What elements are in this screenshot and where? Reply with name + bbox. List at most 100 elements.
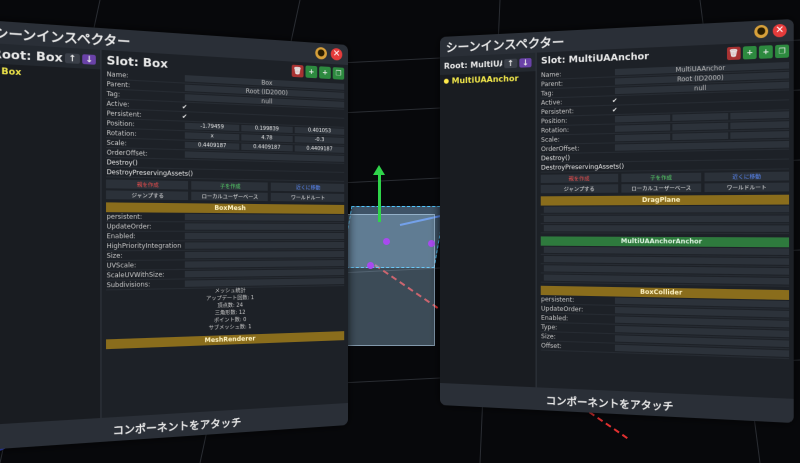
root-label: Root: Box [0, 45, 63, 65]
active-checkbox[interactable]: ✔ [182, 103, 187, 111]
pin-icon[interactable]: ● [754, 24, 769, 39]
gizmo-handle[interactable] [367, 262, 374, 269]
add-parent-icon[interactable]: + [742, 45, 757, 60]
root-down-icon[interactable]: ↓ [81, 53, 97, 65]
field-label: Position: [541, 116, 568, 125]
scale-x-field[interactable]: 0.4409187 [185, 141, 239, 150]
field-label: Scale: [106, 138, 127, 147]
hierarchy-pane: Root: MultiUAAnchor ↑ ↓ MultiUAAnchor [440, 52, 537, 388]
scale-z-field[interactable] [730, 131, 790, 139]
rotation-y-field[interactable]: 4.78 [240, 134, 293, 143]
field-value[interactable] [544, 215, 790, 223]
field-value[interactable] [185, 251, 345, 259]
field-label: UpdateOrder: [541, 304, 584, 314]
create-parent-button[interactable]: 親を作成 [106, 179, 188, 190]
destroy-preserving-label: DestroyPreservingAssets() [541, 162, 625, 172]
trash-icon[interactable]: 🗑 [726, 46, 741, 61]
local-user-base-button[interactable]: ローカルユーザーベース [191, 191, 269, 202]
component-row: Enabled: [106, 231, 345, 242]
field-value[interactable] [185, 213, 345, 221]
persistent-checkbox[interactable]: ✔ [612, 106, 617, 113]
component-row: UpdateOrder: [106, 221, 345, 232]
y-axis-gizmo[interactable] [378, 172, 381, 222]
add-child-icon[interactable]: + [758, 45, 773, 59]
jump-button[interactable]: ジャンプする [106, 190, 188, 201]
field-value[interactable] [185, 223, 345, 230]
position-z-field[interactable] [730, 111, 790, 120]
scale-z-field[interactable]: 0.4409187 [294, 145, 345, 153]
world-root-button[interactable]: ワールドルート [704, 182, 790, 193]
root-up-icon[interactable]: ↑ [65, 52, 80, 64]
root-up-icon[interactable]: ↑ [504, 58, 517, 68]
field-label: Enabled: [541, 314, 569, 322]
root-down-icon[interactable]: ↓ [518, 57, 532, 68]
gizmo-handle[interactable] [383, 238, 390, 245]
close-icon[interactable]: ✕ [772, 23, 787, 38]
component-row [541, 273, 790, 287]
mesh-stats: メッシュ統計 アップデート回数: 1 頂点数: 24 三角形数: 12 ポイント… [107, 286, 345, 336]
position-x-field[interactable]: -1.79459 [185, 122, 239, 132]
position-x-field[interactable] [615, 114, 671, 123]
slot-pane: Slot: Box 🗑 + + ❐ Name: Box Parent: Root (… [102, 50, 348, 418]
field-value[interactable] [185, 269, 345, 278]
scene-inspector-right: シーンインスペクター ● ✕ Root: MultiUAAnchor ↑ ↓ M… [440, 18, 794, 424]
duplicate-icon[interactable]: ❐ [332, 67, 345, 80]
field-label: Offset: [541, 341, 562, 350]
field-value[interactable] [544, 246, 790, 255]
rotation-x-field[interactable] [615, 124, 671, 132]
field-value[interactable] [544, 205, 790, 213]
position-z-field[interactable]: 0.401053 [294, 126, 345, 135]
local-user-base-button[interactable]: ローカルユーザーベース [621, 183, 702, 193]
duplicate-icon[interactable]: ❐ [775, 44, 790, 59]
pin-icon[interactable]: ● [315, 46, 327, 60]
close-icon[interactable]: ✕ [330, 47, 343, 61]
position-y-field[interactable] [672, 113, 729, 121]
field-label: UVScale: [106, 261, 137, 270]
rotation-z-field[interactable]: -0.3 [294, 136, 345, 144]
add-child-icon[interactable]: + [319, 66, 331, 80]
create-parent-button[interactable]: 親を作成 [541, 173, 619, 183]
scale-x-field[interactable] [615, 133, 671, 142]
move-near-button[interactable]: 近くに移動 [271, 182, 345, 192]
persistent-checkbox[interactable]: ✔ [182, 113, 187, 121]
active-checkbox[interactable]: ✔ [612, 97, 617, 105]
slot-pane: Slot: MultiUAAnchor 🗑 + + ❐ Name: MultiUA… [537, 41, 794, 399]
trash-icon[interactable]: 🗑 [291, 64, 304, 78]
box-object[interactable] [343, 214, 435, 346]
jump-button[interactable]: ジャンプする [541, 184, 619, 194]
tree-item-multiuaanchor[interactable]: MultiUAAnchor [440, 71, 536, 88]
field-label: Enabled: [106, 232, 136, 240]
destroy-preserving-label: DestroyPreservingAssets() [106, 168, 193, 178]
gizmo-handle[interactable] [428, 240, 435, 247]
component-row [541, 224, 790, 235]
field-value[interactable] [544, 225, 790, 232]
tree-item-label: MultiUAAnchor [451, 73, 519, 86]
root-label: Root: MultiUAAnchor [443, 58, 503, 71]
create-child-button[interactable]: 子を作成 [621, 172, 702, 183]
scale-y-field[interactable] [672, 132, 729, 141]
field-label: Type: [541, 323, 558, 331]
add-parent-icon[interactable]: + [305, 65, 318, 79]
field-label: persistent: [541, 295, 575, 304]
field-label: Size: [541, 332, 556, 341]
scale-y-field[interactable]: 0.4409187 [240, 143, 293, 152]
rotation-z-field[interactable] [730, 121, 790, 130]
rotation-x-field[interactable]: x [185, 132, 239, 141]
field-label: Persistent: [541, 107, 574, 116]
create-child-button[interactable]: 子を作成 [191, 181, 269, 191]
field-value[interactable] [185, 260, 345, 268]
destroy-label: Destroy() [541, 154, 570, 162]
move-near-button[interactable]: 近くに移動 [704, 171, 790, 182]
destroy-label: Destroy() [106, 158, 138, 167]
field-value[interactable] [544, 274, 790, 285]
field-value[interactable] [185, 232, 345, 240]
field-value[interactable] [185, 242, 345, 249]
field-label: HighPriorityIntegration: [106, 241, 182, 250]
position-y-field[interactable]: 0.199839 [240, 124, 293, 133]
slot-action-buttons: 親を作成 子を作成 近くに移動 [541, 171, 790, 183]
component-row [541, 214, 790, 225]
field-label: Rotation: [106, 128, 137, 138]
rotation-y-field[interactable] [672, 122, 729, 131]
field-value[interactable] [544, 255, 790, 265]
world-root-button[interactable]: ワールドルート [271, 192, 345, 202]
